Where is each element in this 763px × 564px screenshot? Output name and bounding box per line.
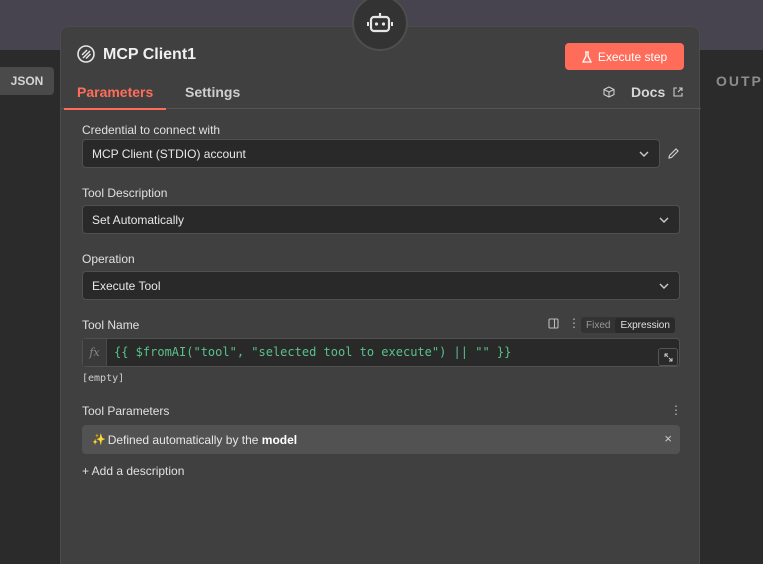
sparkles-icon: ✨ (92, 434, 106, 446)
tool-description-select[interactable]: Set Automatically (82, 205, 680, 234)
expression-text[interactable]: {{ $fromAI("tool", "selected tool to exe… (114, 345, 511, 359)
operation-select[interactable]: Execute Tool (82, 271, 680, 300)
docs-label: Docs (631, 84, 666, 100)
output-pane (700, 50, 763, 564)
tool-description-label: Tool Description (82, 186, 168, 200)
sidebar-toggle-icon[interactable] (548, 318, 559, 329)
cube-icon (603, 86, 615, 98)
mode-expression[interactable]: Expression (615, 317, 675, 333)
credential-label: Credential to connect with (82, 123, 221, 137)
tool-parameters-box: ✨ Defined automatically by the model × (82, 425, 680, 454)
tab-settings[interactable]: Settings (185, 84, 240, 108)
tool-parameters-label: Tool Parameters (82, 404, 170, 418)
credential-select[interactable]: MCP Client (STDIO) account (82, 139, 660, 168)
operation-label: Operation (82, 252, 135, 266)
docs-link[interactable]: Docs (603, 84, 683, 100)
chevron-down-icon (659, 217, 669, 223)
tool-name-label: Tool Name (82, 318, 140, 332)
edit-credential-icon[interactable] (667, 147, 680, 160)
execute-step-label: Execute step (597, 49, 668, 64)
tool-name-options-icon[interactable]: ⋮ (568, 316, 580, 330)
tool-name-expression-input[interactable]: fx {{ $fromAI("tool", "selected tool to … (82, 338, 680, 367)
node-settings-panel: MCP Client1 Execute step Parameters Sett… (60, 0, 701, 564)
close-icon[interactable]: × (664, 431, 672, 446)
credential-value: MCP Client (STDIO) account (92, 146, 246, 161)
output-pane-label: OUTP (716, 73, 763, 89)
mcp-logo-icon (77, 45, 95, 63)
tool-parameters-prefix: Defined automatically by the (107, 432, 262, 447)
expression-preview: [empty] (82, 373, 125, 384)
fixed-expression-toggle[interactable]: Fixed Expression (581, 317, 675, 333)
fx-icon: fx (83, 339, 107, 366)
add-description-link[interactable]: + Add a description (82, 464, 184, 478)
chevron-down-icon (639, 151, 649, 157)
tab-parameters[interactable]: Parameters (64, 84, 167, 110)
tool-parameters-options-icon[interactable]: ⋮ (670, 403, 682, 417)
json-view-button[interactable]: JSON (0, 67, 54, 95)
mode-fixed[interactable]: Fixed (581, 318, 615, 333)
external-link-icon (673, 87, 683, 97)
expand-icon (664, 353, 672, 361)
chevron-down-icon (659, 283, 669, 289)
operation-value: Execute Tool (92, 278, 161, 293)
tool-parameters-bold: model (261, 432, 298, 447)
execute-step-button[interactable]: Execute step (565, 43, 684, 70)
open-expression-editor-button[interactable] (658, 348, 678, 366)
tool-description-value: Set Automatically (92, 212, 185, 227)
node-title[interactable]: MCP Client1 (103, 46, 196, 64)
flask-icon (581, 50, 592, 63)
robot-icon (367, 13, 393, 33)
input-pane (0, 50, 60, 564)
